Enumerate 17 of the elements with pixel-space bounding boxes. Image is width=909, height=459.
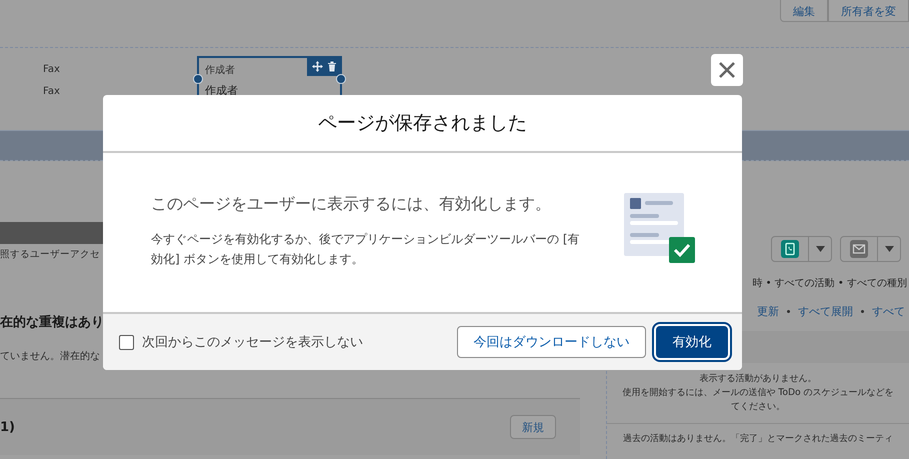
related-list-title: 1) bbox=[0, 420, 15, 434]
checkbox-label: 次回からこのメッセージを表示しない bbox=[142, 334, 364, 351]
empty-state-text: 表示する活動がありません。 bbox=[700, 372, 816, 386]
empty-state-text: 過去の活動はありません。「完了」とマークされた過去のミーティ bbox=[623, 432, 893, 446]
dialog-heading: このページをユーザーに表示するには、有効化します。 bbox=[151, 194, 552, 215]
empty-state-text: てください。 bbox=[731, 400, 785, 414]
dialog-text: 今すぐページを有効化するか、後でアプリケーションビルダーツールバーの [有効化] ボタンを使用して有効化します。 bbox=[151, 231, 580, 268]
section-title: 在的な重複はあり bbox=[0, 314, 105, 331]
field-label: Fax bbox=[43, 64, 61, 75]
field-label: Fax bbox=[43, 86, 61, 97]
empty-state-text: 使用を開始するには、メールの送信や ToDo のスケジュールなどを bbox=[622, 386, 894, 400]
filter-summary: 時 • すべての活動 • すべての種別 bbox=[752, 276, 907, 290]
access-text: 照するユーザーアクセ bbox=[0, 248, 100, 261]
field-value: 作成者 bbox=[204, 83, 239, 98]
field-label: 作成者 bbox=[204, 64, 235, 77]
section-text: ていません。潜在的な bbox=[0, 350, 101, 363]
dialog-title: ページが保存されました bbox=[318, 111, 527, 136]
